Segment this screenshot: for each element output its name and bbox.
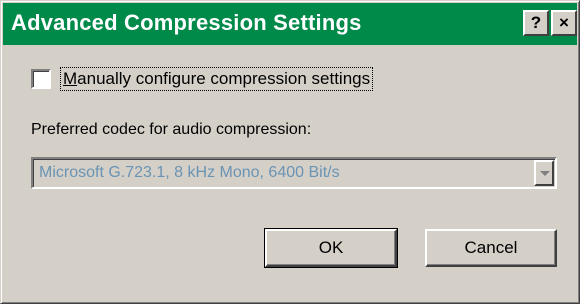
manual-config-label-text: anually configure compression settings	[77, 69, 371, 88]
manual-config-mnemonic: M	[63, 69, 78, 88]
codec-select-value: Microsoft G.723.1, 8 kHz Mono, 6400 Bit/…	[39, 164, 340, 181]
help-button[interactable]: ?	[523, 10, 549, 36]
cancel-button[interactable]: Cancel	[425, 229, 557, 267]
codec-dropdown-button[interactable]	[534, 160, 554, 186]
close-button[interactable]: ×	[551, 10, 577, 36]
codec-select[interactable]: Microsoft G.723.1, 8 kHz Mono, 6400 Bit/…	[31, 157, 557, 189]
title-bar[interactable]: Advanced Compression Settings ? ×	[3, 3, 577, 45]
chevron-down-icon	[540, 171, 550, 176]
window-title: Advanced Compression Settings	[11, 10, 362, 35]
help-icon: ?	[530, 13, 542, 32]
advanced-compression-dialog: Advanced Compression Settings ? × Manual…	[0, 0, 580, 304]
manual-config-label[interactable]: Manually configure compression settings	[59, 67, 374, 91]
manual-config-checkbox[interactable]	[31, 69, 51, 89]
close-icon: ×	[559, 13, 569, 32]
ok-button[interactable]: OK	[264, 228, 398, 268]
manual-config-option[interactable]: Manually configure compression settings	[31, 67, 374, 91]
codec-label: Preferred codec for audio compression:	[31, 121, 312, 138]
